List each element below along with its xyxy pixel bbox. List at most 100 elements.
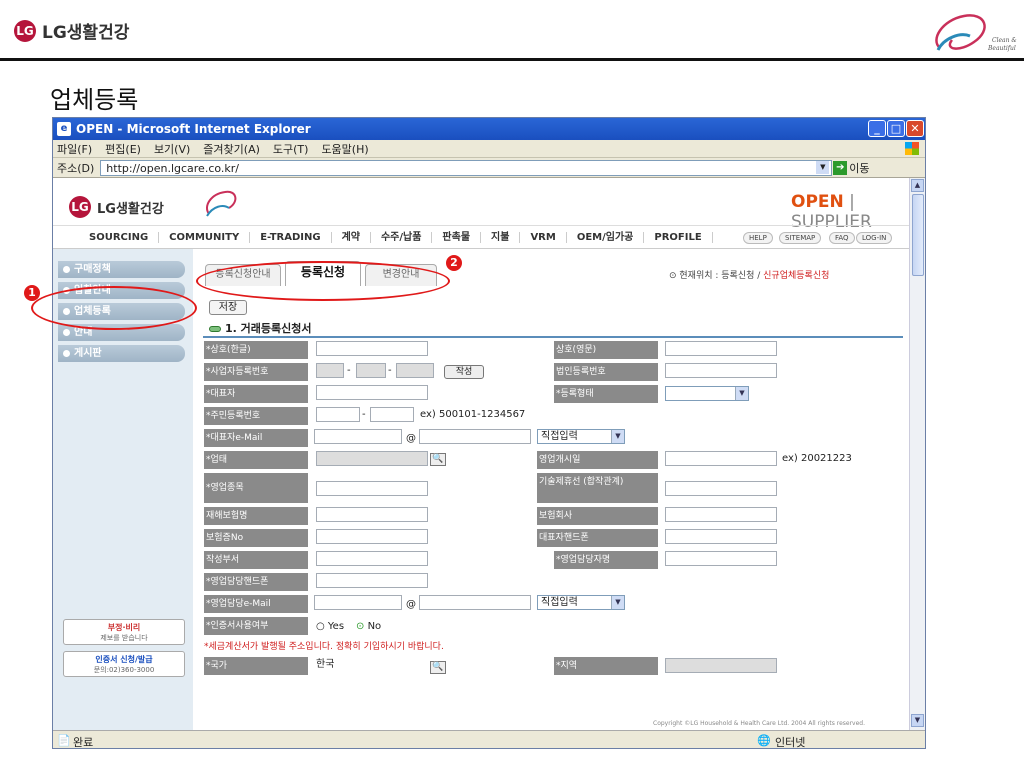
nav-sourcing[interactable]: SOURCING: [79, 231, 160, 243]
sales-email-id-input[interactable]: [314, 595, 402, 610]
address-input[interactable]: http://open.lgcare.co.kr/: [100, 159, 833, 176]
site-clean-logo-icon: [206, 190, 237, 217]
cert-no-radio[interactable]: ⊙ No: [356, 619, 381, 634]
biz-no-write-button[interactable]: 작성: [444, 365, 484, 379]
certificate-banner[interactable]: 인증서 신청/발급 문의:02)360-3000: [63, 651, 185, 677]
nav-order[interactable]: 수주/납품: [371, 231, 433, 243]
menu-edit[interactable]: 편집(E): [105, 141, 141, 157]
nav-promo[interactable]: 판촉물: [432, 231, 482, 243]
nav-etrading[interactable]: E-TRADING: [250, 231, 332, 243]
scroll-down-icon[interactable]: ▼: [911, 714, 924, 727]
menu-tools[interactable]: 도구(T): [273, 141, 309, 157]
scroll-thumb[interactable]: [912, 194, 924, 276]
biz-no-part3-input[interactable]: [396, 363, 434, 378]
vertical-scrollbar[interactable]: ▲ ▼: [909, 178, 925, 730]
menu-file[interactable]: 파일(F): [57, 141, 92, 157]
ins-company-input[interactable]: [665, 507, 777, 522]
banner-title: 부정·비리: [107, 623, 141, 632]
form-row: 작성부서 *영업담당자명: [204, 551, 904, 569]
company-en-input[interactable]: [665, 341, 777, 356]
biz-no-part1-input[interactable]: [316, 363, 344, 378]
login-button[interactable]: LOG-IN: [856, 232, 893, 244]
menu-help[interactable]: 도움말(H): [321, 141, 368, 157]
ceo-email-domain-input[interactable]: [419, 429, 531, 444]
search-icon[interactable]: 🔍: [430, 453, 446, 466]
ins-name-input[interactable]: [316, 507, 428, 522]
ceo-mobile-input[interactable]: [665, 529, 777, 544]
help-button[interactable]: HELP: [743, 232, 773, 244]
address-dropdown-icon[interactable]: ▼: [816, 161, 830, 174]
nav-community[interactable]: COMMUNITY: [159, 231, 251, 243]
sales-email-domain-select[interactable]: 직접입력 ▼: [537, 595, 625, 610]
ceo-email-id-input[interactable]: [314, 429, 402, 444]
form-row: *영업담당핸드폰: [204, 573, 904, 591]
ceo-email-domain-select[interactable]: 직접입력 ▼: [537, 429, 625, 444]
dash: -: [388, 365, 392, 376]
sidebar-item-purchase-policy[interactable]: 구매정책: [58, 261, 185, 278]
chevron-down-icon: ▼: [735, 387, 748, 400]
form-row: *대표자e-Mail @ 직접입력 ▼: [204, 429, 904, 447]
resident-no-part2-input[interactable]: [370, 407, 414, 422]
close-button[interactable]: ✕: [906, 120, 924, 137]
menu-view[interactable]: 보기(V): [154, 141, 190, 157]
ins-no-input[interactable]: [316, 529, 428, 544]
save-button[interactable]: 저장: [209, 300, 247, 315]
brand-separator: |: [849, 192, 855, 212]
scroll-up-icon[interactable]: ▲: [911, 179, 924, 192]
minimize-button[interactable]: _: [868, 120, 886, 137]
resident-no-part1-input[interactable]: [316, 407, 360, 422]
go-button[interactable]: ➔ 이동: [833, 160, 870, 176]
sales-mobile-input[interactable]: [316, 573, 428, 588]
address-bar: 주소(D) http://open.lgcare.co.kr/ ▼ ➔ 이동: [53, 158, 925, 178]
global-nav: SOURCING COMMUNITY E-TRADING 계약 수주/납품 판촉…: [53, 225, 925, 249]
company-kr-input[interactable]: [316, 341, 428, 356]
sales-email-domain-input[interactable]: [419, 595, 531, 610]
window-title: OPEN - Microsoft Internet Explorer: [76, 122, 311, 136]
report-corruption-banner[interactable]: 부정·비리 제보를 받습니다: [63, 619, 185, 645]
site-logo[interactable]: LG LG생활건강: [69, 196, 164, 218]
svg-text:Beautiful: Beautiful: [987, 45, 1016, 52]
search-icon[interactable]: 🔍: [430, 661, 446, 674]
open-brand: OPEN: [791, 192, 844, 212]
breadcrumb-prefix: 현재위치 : 등록신청 /: [679, 271, 764, 281]
page-done-icon: 📄: [57, 734, 71, 747]
annotation-oval-2: [196, 261, 450, 301]
label-ins-no: 보험증No: [204, 529, 308, 547]
bullet-icon: [63, 328, 70, 336]
annotation-badge-1: 1: [24, 285, 40, 301]
maximize-button[interactable]: □: [887, 120, 905, 137]
bullet-icon: [63, 349, 70, 357]
ceo-input[interactable]: [316, 385, 428, 400]
cert-yes-radio[interactable]: ○ Yes: [316, 619, 344, 634]
sidebar-item-board[interactable]: 게시판: [58, 345, 185, 362]
reg-type-select[interactable]: ▼: [665, 386, 749, 401]
nav-vrm[interactable]: VRM: [520, 231, 567, 243]
menu-favorites[interactable]: 즐겨찾기(A): [203, 141, 260, 157]
region-input[interactable]: [665, 658, 777, 673]
writer-dept-input[interactable]: [316, 551, 428, 566]
form-row: *영업종목 기술제휴선 (합작관계): [204, 473, 904, 503]
faq-button[interactable]: FAQ: [829, 232, 855, 244]
label-ceo-mobile: 대표자핸드폰: [537, 529, 658, 547]
breadcrumb-current[interactable]: 신규업체등록신청: [763, 271, 829, 281]
nav-oem[interactable]: OEM/임가공: [567, 231, 645, 243]
biz-item-input[interactable]: [316, 481, 428, 496]
biz-type-input[interactable]: [316, 451, 428, 466]
biz-no-part2-input[interactable]: [356, 363, 386, 378]
sales-manager-input[interactable]: [665, 551, 777, 566]
label-company-kr: *상호(한글): [204, 341, 308, 359]
sitemap-button[interactable]: SITEMAP: [779, 232, 822, 244]
banner-sub: 제보를 받습니다: [100, 634, 148, 642]
annotation-badge-2: 2: [446, 255, 462, 271]
label-ins-name: 재해보험명: [204, 507, 308, 525]
label-sales-manager: *영업담당자명: [554, 551, 658, 569]
nav-contract[interactable]: 계약: [332, 231, 371, 243]
open-date-input[interactable]: [665, 451, 777, 466]
radio-label: No: [367, 621, 382, 632]
tech-partner-input[interactable]: [665, 481, 777, 496]
nav-payment[interactable]: 지불: [481, 231, 521, 243]
form-row: *업태 🔍 영업개시일 ex) 20021223: [204, 451, 904, 469]
breadcrumb: ⊙ 현재위치 : 등록신청 / 신규업체등록신청: [669, 268, 829, 281]
corp-no-input[interactable]: [665, 363, 777, 378]
nav-profile[interactable]: PROFILE: [644, 231, 713, 243]
